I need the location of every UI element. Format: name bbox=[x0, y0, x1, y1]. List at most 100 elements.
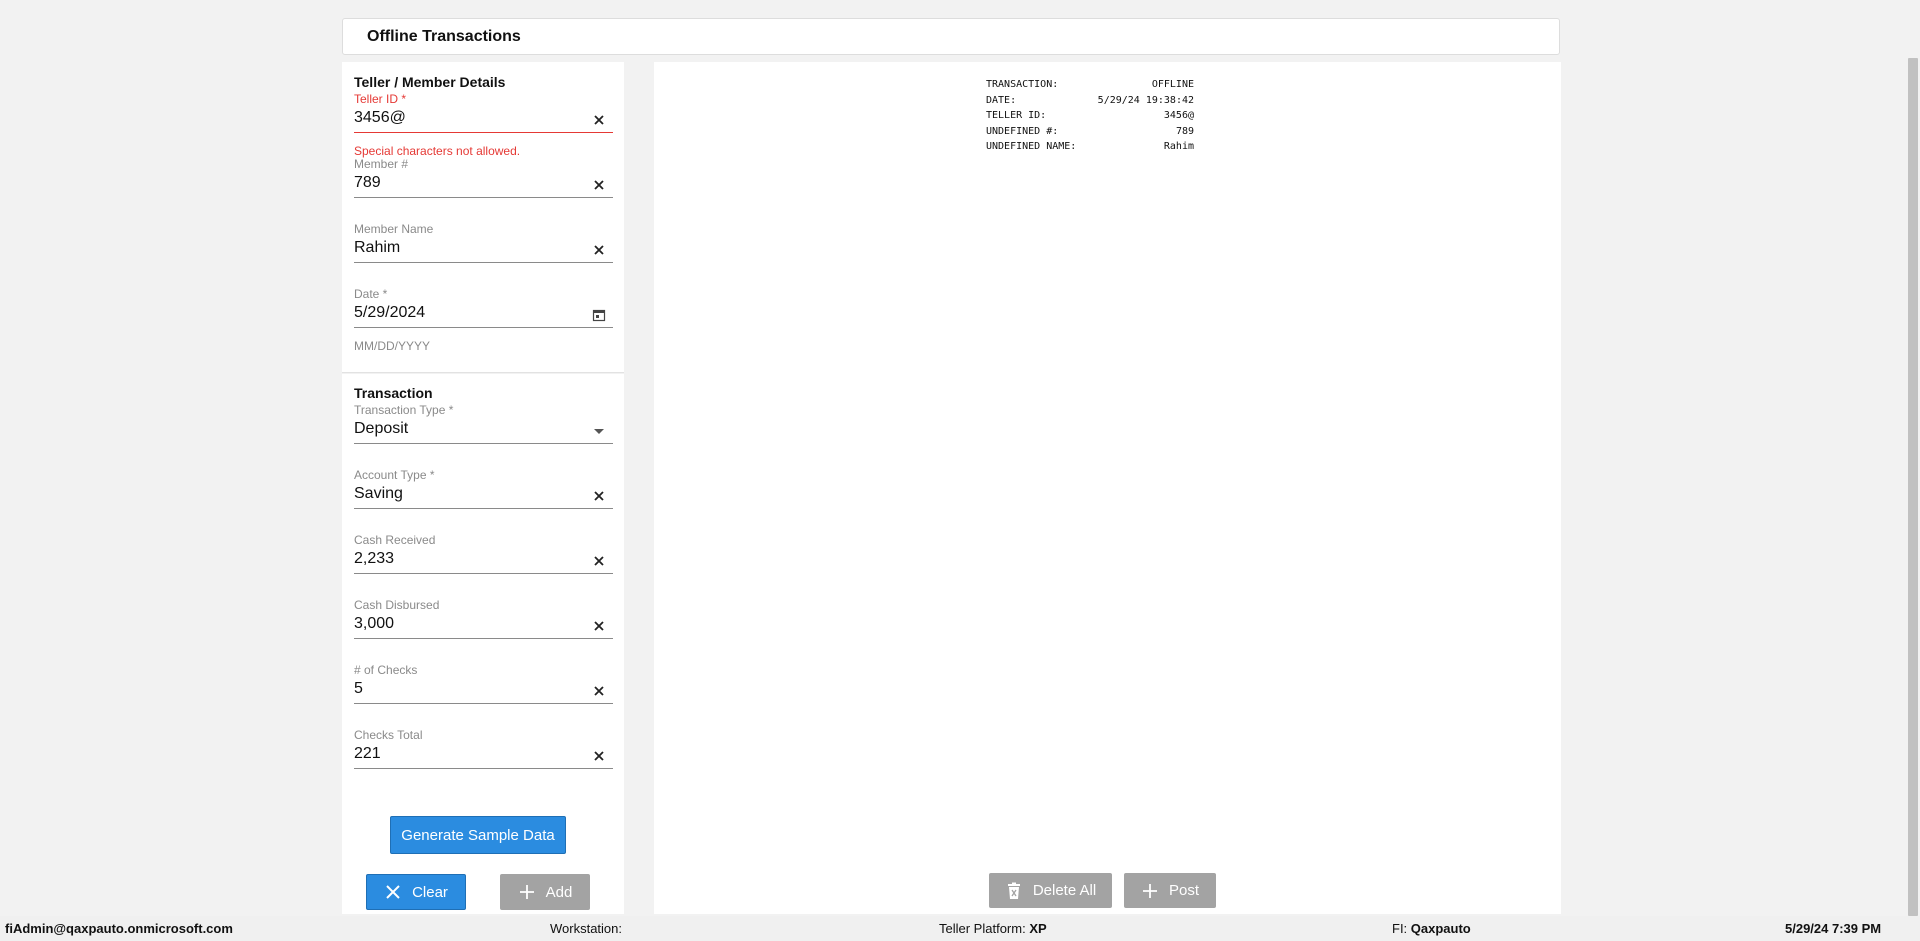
teller-id-label: Teller ID * bbox=[354, 92, 407, 106]
cash-received-field[interactable]: Cash Received 2,233 bbox=[354, 533, 613, 583]
teller-id-input[interactable]: 3456@ bbox=[354, 109, 406, 127]
date-field[interactable]: Date * 5/29/2024 bbox=[354, 287, 613, 337]
plus-icon bbox=[1141, 882, 1159, 900]
clear-button[interactable]: Clear bbox=[366, 874, 466, 910]
teller-member-details-card: Teller / Member Details Teller ID * 3456… bbox=[342, 62, 624, 373]
status-fi: FI: Qaxpauto bbox=[1392, 921, 1471, 936]
transaction-type-select[interactable]: Transaction Type * Deposit bbox=[354, 403, 613, 453]
trash-icon bbox=[1005, 882, 1023, 900]
num-checks-input[interactable]: 5 bbox=[354, 680, 363, 698]
close-icon[interactable] bbox=[591, 242, 607, 258]
receipt-label: UNDEFINED #: bbox=[986, 125, 1059, 137]
fi-value: Qaxpauto bbox=[1410, 921, 1471, 936]
num-checks-label: # of Checks bbox=[354, 663, 418, 677]
close-icon[interactable] bbox=[591, 618, 607, 634]
num-checks-underline bbox=[354, 703, 613, 704]
date-label: Date * bbox=[354, 287, 388, 301]
scrollbar-thumb[interactable] bbox=[1908, 58, 1918, 916]
teller-id-field[interactable]: Teller ID * 3456@ bbox=[354, 92, 613, 142]
receipt-preview: TRANSACTION: OFFLINE DATE: 5/29/24 19:38… bbox=[986, 77, 1194, 155]
dropdown-arrow-icon[interactable] bbox=[591, 423, 607, 439]
close-icon[interactable] bbox=[591, 112, 607, 128]
clear-button-label: Clear bbox=[412, 883, 448, 901]
cash-disbursed-input[interactable]: 3,000 bbox=[354, 615, 394, 633]
checks-total-label: Checks Total bbox=[354, 728, 423, 742]
generate-sample-data-button[interactable]: Generate Sample Data bbox=[390, 816, 566, 854]
status-platform: Teller Platform: XP bbox=[939, 921, 1047, 936]
status-workstation: Workstation: bbox=[550, 921, 622, 936]
cash-received-underline bbox=[354, 573, 613, 574]
member-number-field[interactable]: Member # 789 bbox=[354, 157, 613, 207]
transaction-section-title: Transaction bbox=[354, 385, 433, 401]
cash-received-label: Cash Received bbox=[354, 533, 436, 547]
close-icon bbox=[384, 883, 402, 901]
receipt-preview-panel bbox=[654, 62, 1561, 914]
account-type-label: Account Type * bbox=[354, 468, 435, 482]
date-helper-text: MM/DD/YYYY bbox=[354, 339, 431, 353]
cash-disbursed-label: Cash Disbursed bbox=[354, 598, 440, 612]
close-icon[interactable] bbox=[591, 553, 607, 569]
member-name-input[interactable]: Rahim bbox=[354, 239, 400, 257]
add-button-label: Add bbox=[545, 883, 573, 901]
post-button-label: Post bbox=[1168, 882, 1199, 899]
transaction-type-label: Transaction Type * bbox=[354, 403, 454, 417]
workstation-label: Workstation: bbox=[550, 921, 623, 936]
account-type-underline bbox=[354, 508, 613, 509]
plus-icon bbox=[518, 883, 536, 901]
receipt-label: TRANSACTION: bbox=[986, 79, 1059, 90]
generate-sample-data-label: Generate Sample Data bbox=[401, 826, 555, 844]
receipt-value: 789 bbox=[1175, 125, 1194, 137]
fi-label: FI: bbox=[1392, 921, 1408, 936]
status-datetime: 5/29/24 7:39 PM bbox=[1785, 921, 1882, 936]
cash-disbursed-field[interactable]: Cash Disbursed 3,000 bbox=[354, 598, 613, 648]
close-icon[interactable] bbox=[591, 748, 607, 764]
platform-value: XP bbox=[1029, 921, 1047, 936]
receipt-value: 3456@ bbox=[1163, 110, 1194, 121]
checks-total-field[interactable]: Checks Total 221 bbox=[354, 728, 613, 778]
teller-id-error: Special characters not allowed. bbox=[354, 144, 521, 158]
receipt-row: UNDEFINED NAME: Rahim bbox=[986, 139, 1194, 155]
checks-total-underline bbox=[354, 768, 613, 769]
account-type-field[interactable]: Account Type * Saving bbox=[354, 468, 613, 518]
transaction-card: Transaction Transaction Type * Deposit A… bbox=[342, 374, 624, 914]
transaction-type-value[interactable]: Deposit bbox=[354, 420, 408, 438]
member-name-label: Member Name bbox=[354, 222, 434, 236]
page-title: Offline Transactions bbox=[367, 28, 521, 45]
delete-all-button[interactable]: Delete All bbox=[989, 873, 1112, 908]
add-button[interactable]: Add bbox=[500, 874, 590, 910]
transaction-type-underline bbox=[354, 443, 613, 444]
member-number-label: Member # bbox=[354, 157, 409, 171]
account-type-input[interactable]: Saving bbox=[354, 485, 403, 503]
close-icon[interactable] bbox=[591, 683, 607, 699]
receipt-label: TELLER ID: bbox=[986, 110, 1047, 121]
receipt-value: OFFLINE bbox=[1151, 79, 1194, 90]
cash-disbursed-underline bbox=[354, 638, 613, 639]
member-name-underline bbox=[354, 262, 613, 263]
platform-label: Teller Platform: bbox=[939, 921, 1026, 936]
receipt-row: UNDEFINED #: 789 bbox=[986, 124, 1194, 140]
receipt-value: 5/29/24 19:38:42 bbox=[1097, 94, 1194, 106]
receipt-label: UNDEFINED NAME: bbox=[986, 141, 1077, 152]
close-icon[interactable] bbox=[591, 488, 607, 504]
delete-all-label: Delete All bbox=[1032, 882, 1097, 899]
checks-total-input[interactable]: 221 bbox=[354, 745, 381, 763]
num-checks-field[interactable]: # of Checks 5 bbox=[354, 663, 613, 713]
receipt-row: DATE: 5/29/24 19:38:42 bbox=[986, 93, 1194, 109]
teller-section-title: Teller / Member Details bbox=[354, 74, 506, 90]
date-input[interactable]: 5/29/2024 bbox=[354, 304, 425, 322]
post-button[interactable]: Post bbox=[1124, 873, 1216, 908]
receipt-label: DATE: bbox=[986, 94, 1017, 106]
member-number-input[interactable]: 789 bbox=[354, 174, 381, 192]
status-bar: fiAdmin@qaxpauto.onmicrosoft.com Worksta… bbox=[0, 916, 1920, 941]
cash-received-input[interactable]: 2,233 bbox=[354, 550, 394, 568]
receipt-row: TELLER ID: 3456@ bbox=[986, 108, 1194, 124]
receipt-row: TRANSACTION: OFFLINE bbox=[986, 77, 1194, 93]
close-icon[interactable] bbox=[591, 177, 607, 193]
member-name-field[interactable]: Member Name Rahim bbox=[354, 222, 613, 272]
member-number-underline bbox=[354, 197, 613, 198]
status-user: fiAdmin@qaxpauto.onmicrosoft.com bbox=[5, 921, 233, 936]
calendar-icon[interactable] bbox=[591, 307, 607, 323]
page-header: Offline Transactions bbox=[342, 18, 1560, 55]
receipt-value: Rahim bbox=[1163, 141, 1194, 152]
teller-id-underline bbox=[354, 132, 613, 133]
